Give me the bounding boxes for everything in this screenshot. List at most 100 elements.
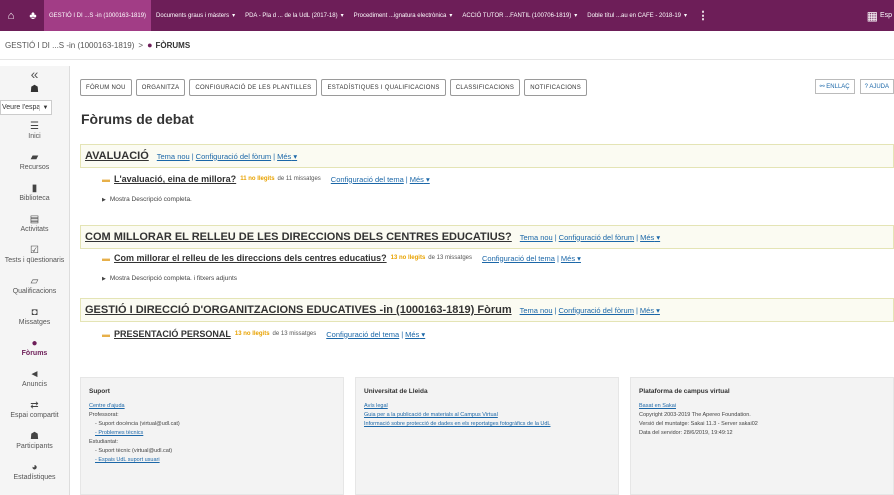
tool-estad-stiques[interactable]: ◕ Estadístiques bbox=[0, 456, 69, 487]
topic-title[interactable]: PRESENTACIÓ PERSONAL bbox=[114, 329, 231, 339]
footer-link[interactable]: Guia per a la publicació de materials al… bbox=[364, 412, 498, 418]
tool-participants[interactable]: ☗ Participants bbox=[0, 425, 69, 456]
site-tab[interactable]: PDA - Pla d ... de la UdL (2017-18) ▾ bbox=[240, 0, 349, 31]
breadcrumb: GESTIÓ I DI ...S -in (1000163-1819) > ● … bbox=[0, 31, 894, 60]
footer-text: - Suport docència (virtual@udl.cat) bbox=[95, 421, 180, 427]
topic-settings-link[interactable]: Configuració del tema bbox=[326, 330, 399, 339]
footer-row[interactable]: - Espais UdL suport usuari bbox=[89, 456, 335, 465]
show-description-toggle[interactable]: ▶ Mostra Descripció completa. i fitxers a… bbox=[102, 275, 237, 282]
site-tab[interactable]: GESTIÓ I DI ...S -in (1000163-1819) bbox=[44, 0, 152, 31]
forum-settings-link[interactable]: Configuració del fòrum bbox=[559, 233, 634, 242]
breadcrumb-separator: > bbox=[138, 40, 144, 50]
footer-row: - Suport docència (virtual@udl.cat) bbox=[89, 420, 335, 429]
footer-link[interactable]: - Espais UdL suport usuari bbox=[95, 457, 160, 463]
forum-settings-link[interactable]: Configuració del fòrum bbox=[558, 306, 633, 315]
topic-title[interactable]: L'avaluació, eina de millora? bbox=[114, 174, 236, 184]
tool-anuncis[interactable]: ◄ Anuncis bbox=[0, 363, 69, 394]
more-menu[interactable]: Més ▾ bbox=[561, 254, 581, 263]
sitemap-icon[interactable]: ♣ bbox=[22, 10, 44, 22]
page-actions: ⚯ ENLLAÇ ? AJUDA bbox=[810, 79, 894, 94]
footer-row[interactable]: Basat en Sakai bbox=[639, 402, 885, 411]
tool-missatges[interactable]: ◘ Missatges bbox=[0, 301, 69, 332]
site-tab[interactable]: Procediment ...ignatura electrònica ▾ bbox=[349, 0, 458, 31]
more-label: Més bbox=[405, 329, 420, 339]
forum-title[interactable]: GESTIÓ I DIRECCIÓ D'ORGANITZACIONS EDUCA… bbox=[85, 304, 512, 316]
more-sites-icon[interactable]: ⋮ bbox=[696, 9, 710, 22]
footer-row: Estudiantat: bbox=[89, 438, 335, 447]
show-description-toggle[interactable]: ▶ Mostra Descripció completa. bbox=[102, 196, 192, 203]
top-right-label[interactable]: Esp bbox=[880, 12, 892, 19]
site-tab[interactable]: Documents graus i màsters ▾ bbox=[151, 0, 240, 31]
more-label: Més bbox=[277, 151, 292, 161]
help-button[interactable]: ? AJUDA bbox=[859, 79, 894, 94]
home-icon[interactable]: ⌂ bbox=[0, 10, 22, 22]
bullhorn-icon: ◄ bbox=[29, 369, 40, 380]
tool-menu: « ☗ Veure l'espai ▼ ☰ Inici ▰ Recursos ▮ Bibl… bbox=[0, 66, 70, 495]
topic-settings-link[interactable]: Configuració del tema bbox=[482, 254, 555, 263]
footer-row[interactable]: Informació sobre protecció de dades en e… bbox=[364, 420, 610, 429]
nav-button[interactable]: ORGANITZA bbox=[135, 79, 186, 96]
forum-title[interactable]: AVALUACIÓ bbox=[85, 150, 149, 162]
topic-title[interactable]: Com millorar el relleu de les direccions… bbox=[114, 253, 387, 263]
tool-label: Participants bbox=[16, 443, 53, 450]
grid-icon[interactable]: ▦ bbox=[867, 9, 878, 23]
link-button[interactable]: ⚯ ENLLAÇ bbox=[814, 79, 855, 94]
inbox-icon: ◘ bbox=[31, 307, 38, 318]
nav-button[interactable]: NOTIFICACIONS bbox=[524, 79, 588, 96]
footer-link[interactable]: Informació sobre protecció de dades en e… bbox=[364, 421, 551, 427]
view-as-select[interactable]: Veure l'espai ▼ bbox=[0, 100, 52, 115]
collapse-menu-icon[interactable]: « bbox=[0, 66, 69, 84]
new-topic-link[interactable]: Tema nou bbox=[520, 233, 553, 242]
nav-button[interactable]: CLASSIFICACIONS bbox=[449, 79, 521, 96]
nav-button[interactable]: CONFIGURACIÓ DE LES PLANTILLES bbox=[189, 79, 318, 96]
file-icon: ▤ bbox=[29, 214, 40, 225]
dropdown-arrow-icon[interactable]: ▼ bbox=[39, 104, 51, 111]
forum-title[interactable]: COM MILLORAR EL RELLEU DE LES DIRECCIONS… bbox=[85, 231, 512, 243]
topic-settings-link[interactable]: Configuració del tema bbox=[331, 175, 404, 184]
user-area[interactable]: ▦ Esp bbox=[867, 0, 894, 31]
chevron-down-icon: ▾ bbox=[449, 13, 453, 19]
footer-row[interactable]: Avís legal bbox=[364, 402, 610, 411]
tool-biblioteca[interactable]: ▮ Biblioteca bbox=[0, 177, 69, 208]
message-count: de 11 missatges bbox=[277, 176, 321, 182]
new-topic-link[interactable]: Tema nou bbox=[520, 306, 553, 315]
caret-right-icon: ▶ bbox=[102, 196, 106, 203]
tool-inici[interactable]: ☰ Inici bbox=[0, 115, 69, 146]
tool-tests-i-q-estionaris[interactable]: ☑ Tests i qüestionaris bbox=[0, 239, 69, 270]
new-topic-link[interactable]: Tema nou bbox=[157, 152, 190, 161]
more-menu[interactable]: Més ▾ bbox=[277, 152, 297, 161]
footer-row[interactable]: - Problemes tècnics bbox=[89, 429, 335, 438]
topic-icon: ▬ bbox=[102, 329, 110, 339]
tool-activitats[interactable]: ▤ Activitats bbox=[0, 208, 69, 239]
site-tab[interactable]: ACCIÓ TUTOR ...FANTIL (100706-1819) ▾ bbox=[457, 0, 582, 31]
more-menu[interactable]: Més ▾ bbox=[640, 233, 660, 242]
footer-link[interactable]: Centre d'ajuda bbox=[89, 403, 125, 409]
footer-link[interactable]: - Problemes tècnics bbox=[95, 430, 143, 436]
tool-f-rums[interactable]: ● Fòrums bbox=[0, 332, 69, 363]
chart-icon: ◕ bbox=[31, 462, 38, 473]
breadcrumb-site[interactable]: GESTIÓ I DI ...S -in (1000163-1819) bbox=[5, 41, 134, 50]
tool-espai-compartit[interactable]: ⇄ Espai compartit bbox=[0, 394, 69, 425]
chevron-down-icon: ▾ bbox=[654, 232, 661, 242]
chat-icon: ● bbox=[147, 40, 153, 50]
footer-link[interactable]: Basat en Sakai bbox=[639, 403, 676, 409]
site-tab[interactable]: Doble títul ...au en CAFE - 2018-19 ▾ bbox=[582, 0, 692, 31]
more-menu[interactable]: Més ▾ bbox=[405, 330, 425, 339]
forum-settings-link[interactable]: Configuració del fòrum bbox=[196, 152, 271, 161]
list-icon: ☰ bbox=[30, 121, 39, 132]
more-label: Més bbox=[639, 305, 655, 315]
topic-row: ▬ PRESENTACIÓ PERSONAL 13 no llegits de 13 … bbox=[102, 329, 425, 339]
description-label: Mostra Descripció completa. i fitxers ad… bbox=[109, 275, 238, 282]
more-menu[interactable]: Més ▾ bbox=[640, 306, 660, 315]
tool-qualificacions[interactable]: ▱ Qualificacions bbox=[0, 270, 69, 301]
view-as-label: Veure l'espai bbox=[2, 104, 39, 111]
more-menu[interactable]: Més ▾ bbox=[410, 175, 430, 184]
nav-button[interactable]: ESTADÍSTIQUES I QUALIFICACIONS bbox=[321, 79, 446, 96]
footer-link[interactable]: Avís legal bbox=[364, 403, 388, 409]
topic-row: ▬ Com millorar el relleu de les direccion… bbox=[102, 253, 581, 263]
nav-button[interactable]: FÒRUM NOU bbox=[80, 79, 132, 96]
tool-recursos[interactable]: ▰ Recursos bbox=[0, 146, 69, 177]
footer-row[interactable]: Centre d'ajuda bbox=[89, 402, 335, 411]
footer-row[interactable]: Guia per a la publicació de materials al… bbox=[364, 411, 610, 420]
separator: | bbox=[554, 305, 557, 315]
